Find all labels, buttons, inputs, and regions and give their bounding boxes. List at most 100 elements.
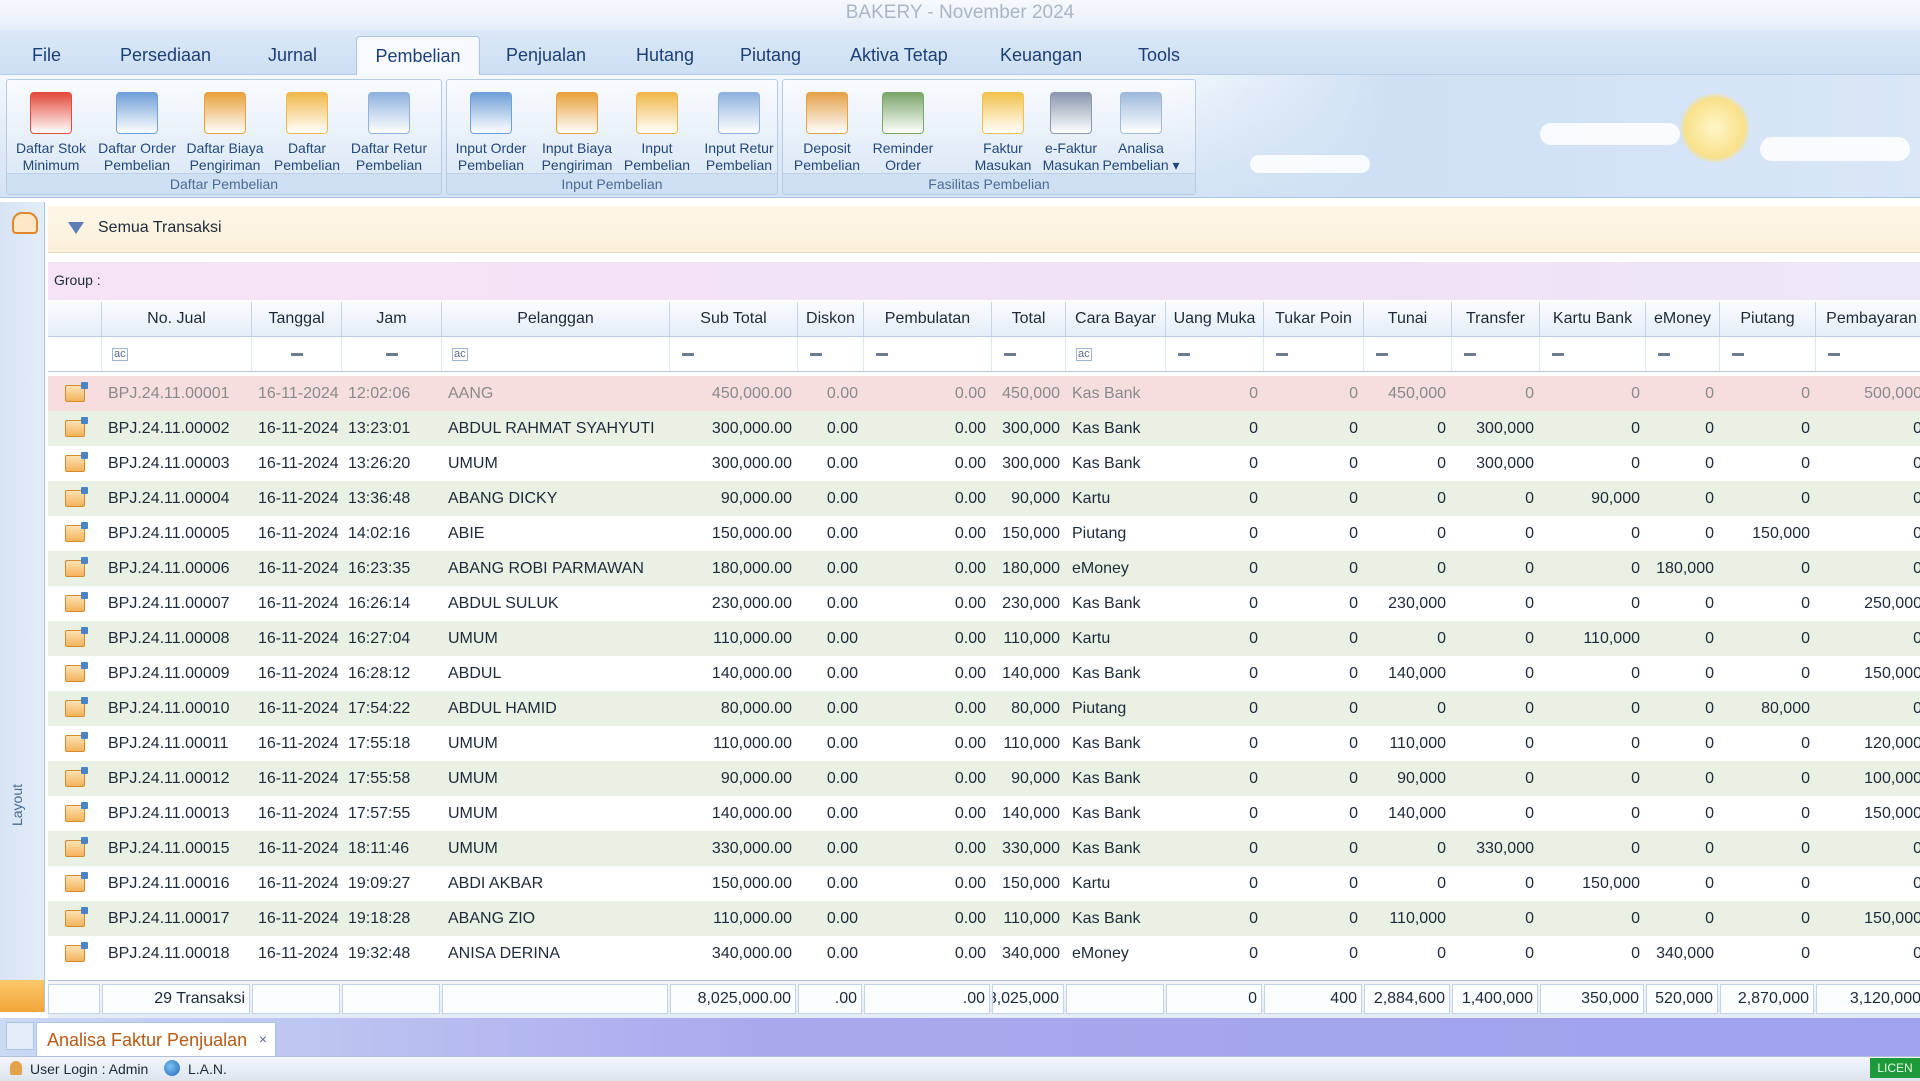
edit-document-icon[interactable] bbox=[65, 487, 88, 507]
filter-cell-jam[interactable] bbox=[342, 337, 442, 371]
row-open-cell[interactable] bbox=[48, 656, 102, 691]
column-header-icon[interactable] bbox=[48, 302, 102, 336]
column-header-pembayaran[interactable]: Pembayaran bbox=[1816, 302, 1920, 336]
table-row[interactable]: BPJ.24.11.00005 16-11-2024 14:02:16 ABIE 150… bbox=[48, 516, 1920, 551]
table-row[interactable]: BPJ.24.11.00016 16-11-2024 19:09:27 ABDI AK… bbox=[48, 866, 1920, 901]
table-row[interactable]: BPJ.24.11.00012 16-11-2024 17:55:58 UMUM 90,… bbox=[48, 761, 1920, 796]
row-open-cell[interactable] bbox=[48, 551, 102, 586]
edit-document-icon[interactable] bbox=[65, 662, 88, 682]
column-header-pembulatan[interactable]: Pembulatan bbox=[864, 302, 992, 336]
filter-cell-total[interactable] bbox=[992, 337, 1066, 371]
filter-text-icon[interactable]: ac bbox=[452, 347, 468, 361]
edit-document-icon[interactable] bbox=[65, 907, 88, 927]
ribbon-button-input-biaya-pengiriman[interactable]: Input Biaya Pengiriman bbox=[537, 90, 617, 176]
column-header-no-jual[interactable]: No. Jual bbox=[102, 302, 252, 336]
filter-cell-sub-total[interactable] bbox=[670, 337, 798, 371]
table-row[interactable]: BPJ.24.11.00011 16-11-2024 17:55:18 UMUM 110… bbox=[48, 726, 1920, 761]
filter-operator-icon[interactable] bbox=[810, 352, 822, 356]
tab-title[interactable]: Analisa Faktur Penjualan bbox=[47, 1030, 247, 1051]
row-open-cell[interactable] bbox=[48, 481, 102, 516]
filter-operator-icon[interactable] bbox=[1464, 352, 1476, 356]
filter-cell-emoney[interactable] bbox=[1646, 337, 1720, 371]
edit-document-icon[interactable] bbox=[65, 592, 88, 612]
table-row[interactable]: BPJ.24.11.00004 16-11-2024 13:36:48 ABANG D… bbox=[48, 481, 1920, 516]
filter-cell-tanggal[interactable] bbox=[252, 337, 342, 371]
filter-icon[interactable] bbox=[68, 222, 84, 234]
close-icon[interactable]: × bbox=[259, 1031, 267, 1047]
column-header-jam[interactable]: Jam bbox=[342, 302, 442, 336]
filter-operator-icon[interactable] bbox=[1828, 352, 1840, 356]
filter-operator-icon[interactable] bbox=[1178, 352, 1190, 356]
filter-cell-diskon[interactable] bbox=[798, 337, 864, 371]
column-header-tunai[interactable]: Tunai bbox=[1364, 302, 1452, 336]
table-row[interactable]: BPJ.24.11.00001 16-11-2024 12:02:06 AANG 450… bbox=[48, 376, 1920, 411]
table-row[interactable]: BPJ.24.11.00008 16-11-2024 16:27:04 UMUM 110… bbox=[48, 621, 1920, 656]
ribbon-button-daftar-retur-pembelian[interactable]: Daftar Retur Pembelian bbox=[349, 90, 429, 176]
menu-tab-piutang[interactable]: Piutang bbox=[740, 40, 801, 74]
row-open-cell[interactable] bbox=[48, 516, 102, 551]
edit-document-icon[interactable] bbox=[65, 942, 88, 962]
tab-list-icon[interactable] bbox=[6, 1022, 34, 1050]
edit-document-icon[interactable] bbox=[65, 767, 88, 787]
edit-document-icon[interactable] bbox=[65, 837, 88, 857]
menu-tab-file[interactable]: File bbox=[32, 40, 61, 74]
edit-document-icon[interactable] bbox=[65, 627, 88, 647]
table-row[interactable]: BPJ.24.11.00002 16-11-2024 13:23:01 ABDUL R… bbox=[48, 411, 1920, 446]
ribbon-button-daftar-order-pembelian[interactable]: Daftar Order Pembelian bbox=[97, 90, 177, 176]
ribbon-button-e-faktur-masukan[interactable]: e-Faktur Masukan bbox=[1031, 90, 1111, 176]
filter-cell-kartu-bank[interactable] bbox=[1540, 337, 1646, 371]
filter-operator-icon[interactable] bbox=[1732, 352, 1744, 356]
column-header-piutang[interactable]: Piutang bbox=[1720, 302, 1816, 336]
layout-label[interactable]: Layout bbox=[9, 784, 25, 826]
filter-cell-tukar-poin[interactable] bbox=[1264, 337, 1364, 371]
edit-document-icon[interactable] bbox=[65, 697, 88, 717]
row-open-cell[interactable] bbox=[48, 726, 102, 761]
filter-cell-cara-bayar[interactable]: ac bbox=[1066, 337, 1166, 371]
ribbon-button-reminder-order-pembelian[interactable]: Reminder Order Pembelian bbox=[863, 90, 943, 190]
filter-operator-icon[interactable] bbox=[1552, 352, 1564, 356]
filter-text-icon[interactable]: ac bbox=[112, 347, 128, 361]
column-header-cara-bayar[interactable]: Cara Bayar bbox=[1066, 302, 1166, 336]
group-by-panel[interactable]: Group : bbox=[48, 262, 1920, 300]
filter-text[interactable]: Semua Transaksi bbox=[98, 219, 222, 237]
row-open-cell[interactable] bbox=[48, 761, 102, 796]
layout-icon[interactable] bbox=[12, 212, 38, 234]
filter-operator-icon[interactable] bbox=[682, 352, 694, 356]
layout-side-panel[interactable]: Layout bbox=[0, 202, 45, 1012]
column-header-transfer[interactable]: Transfer bbox=[1452, 302, 1540, 336]
filter-cell-pembayaran[interactable] bbox=[1816, 337, 1920, 371]
filter-cell-tunai[interactable] bbox=[1364, 337, 1452, 371]
filter-operator-icon[interactable] bbox=[1276, 352, 1288, 356]
table-row[interactable]: BPJ.24.11.00003 16-11-2024 13:26:20 UMUM 300… bbox=[48, 446, 1920, 481]
filter-cell-uang-muka[interactable] bbox=[1166, 337, 1264, 371]
edit-document-icon[interactable] bbox=[65, 452, 88, 472]
ribbon-button-daftar-pembelian[interactable]: Daftar Pembelian bbox=[267, 90, 347, 176]
row-open-cell[interactable] bbox=[48, 936, 102, 971]
row-open-cell[interactable] bbox=[48, 831, 102, 866]
ribbon-button-analisa-pembelian[interactable]: Analisa Pembelian ▾ bbox=[1101, 90, 1181, 176]
column-header-diskon[interactable]: Diskon bbox=[798, 302, 864, 336]
row-open-cell[interactable] bbox=[48, 901, 102, 936]
menu-tab-penjualan[interactable]: Penjualan bbox=[506, 40, 586, 74]
column-header-kartu-bank[interactable]: Kartu Bank bbox=[1540, 302, 1646, 336]
ribbon-button-daftar-biaya-pengiriman[interactable]: Daftar Biaya Pengiriman bbox=[185, 90, 265, 176]
row-open-cell[interactable] bbox=[48, 691, 102, 726]
edit-document-icon[interactable] bbox=[65, 802, 88, 822]
edit-document-icon[interactable] bbox=[65, 872, 88, 892]
ribbon-button-input-pembelian[interactable]: Input Pembelian bbox=[617, 90, 697, 176]
menu-tab-pembelian[interactable]: Pembelian bbox=[356, 36, 480, 75]
filter-cell-no-jual[interactable]: ac bbox=[102, 337, 252, 371]
menu-tab-persediaan[interactable]: Persediaan bbox=[120, 40, 211, 74]
filter-operator-icon[interactable] bbox=[1004, 352, 1016, 356]
filter-cell-transfer[interactable] bbox=[1452, 337, 1540, 371]
row-open-cell[interactable] bbox=[48, 376, 102, 411]
filter-text-icon[interactable]: ac bbox=[1076, 347, 1092, 361]
tab-analisa-faktur-penjualan[interactable]: Analisa Faktur Penjualan × bbox=[36, 1022, 276, 1057]
menu-tab-hutang[interactable]: Hutang bbox=[636, 40, 694, 74]
column-header-tukar-poin[interactable]: Tukar Poin bbox=[1264, 302, 1364, 336]
table-row[interactable]: BPJ.24.11.00013 16-11-2024 17:57:55 UMUM 140… bbox=[48, 796, 1920, 831]
menu-tab-keuangan[interactable]: Keuangan bbox=[1000, 40, 1082, 74]
ribbon-button-input-retur-pembelian[interactable]: Input Retur Pembelian bbox=[699, 90, 779, 176]
edit-document-icon[interactable] bbox=[65, 417, 88, 437]
menu-tab-aktiva-tetap[interactable]: Aktiva Tetap bbox=[850, 40, 948, 74]
